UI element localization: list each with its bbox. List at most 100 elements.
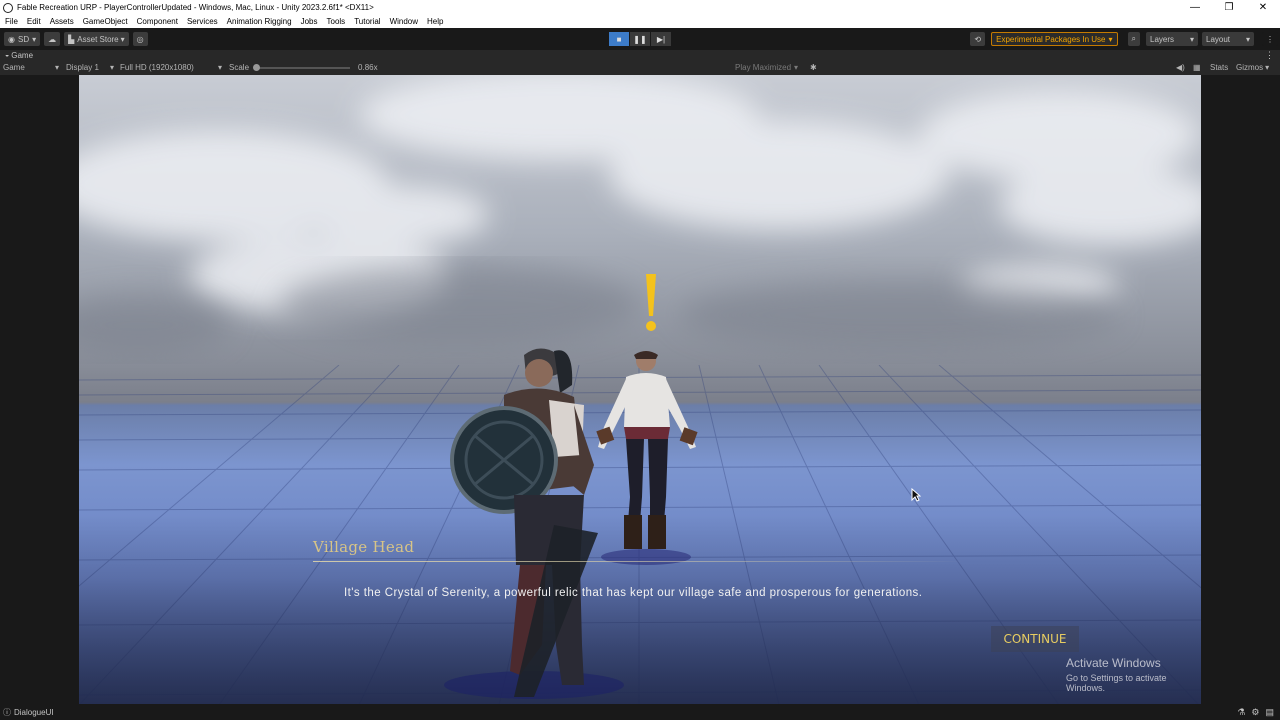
experimental-packages-label: Experimental Packages In Use (996, 34, 1106, 44)
play-button[interactable]: ■ (609, 32, 629, 46)
scale-value: 0.86x (358, 63, 378, 72)
chevron-down-icon: ▾ (109, 63, 114, 72)
experimental-packages-dropdown[interactable]: Experimental Packages In Use ▾ (991, 32, 1118, 46)
menu-animation-rigging[interactable]: Animation Rigging (227, 17, 292, 26)
bug-icon: ✱ (810, 63, 817, 72)
game-mode-label: Game (3, 63, 25, 72)
layers-label: Layers (1150, 34, 1175, 44)
stats-button[interactable]: Stats (1210, 63, 1228, 72)
chevron-down-icon: ▾ (1265, 63, 1270, 72)
step-button[interactable]: ▶| (651, 32, 671, 46)
menu-jobs[interactable]: Jobs (301, 17, 318, 26)
menu-gameobject[interactable]: GameObject (83, 17, 128, 26)
collab-icon: ◎ (136, 34, 144, 44)
asset-store-button[interactable]: ▙ Asset Store ▾ (64, 32, 129, 46)
menu-tutorial[interactable]: Tutorial (354, 17, 380, 26)
chevron-down-icon: ▾ (120, 34, 125, 44)
window-title: Fable Recreation URP - PlayerControllerU… (17, 3, 374, 12)
layers-dropdown[interactable]: Layers ▾ (1146, 32, 1198, 46)
speaker-divider (313, 561, 965, 562)
minimize-button[interactable]: — (1178, 0, 1212, 15)
menu-edit[interactable]: Edit (27, 17, 41, 26)
game-view-toolbar: Game ▾ Display 1 ▾ Full HD (1920x1080) ▾… (0, 61, 1280, 75)
gizmos-label: Gizmos (1236, 63, 1264, 72)
window-controls: — ❐ ✕ (1178, 0, 1280, 15)
account-label: SD (17, 34, 30, 44)
account-icon: ◉ (8, 34, 15, 44)
graphics-icon[interactable]: ▤ (1265, 707, 1274, 718)
account-dropdown[interactable]: ◉ SD ▾ (4, 32, 41, 46)
game-mode-dropdown[interactable]: Game ▾ (3, 63, 59, 72)
bug-button[interactable]: ✱ (810, 63, 817, 72)
scale-slider-thumb[interactable] (253, 63, 261, 71)
chevron-down-icon: ▾ (1189, 34, 1194, 44)
toolbar-menu-button[interactable]: ⋮ (1262, 32, 1278, 46)
activate-windows-subtitle: Go to Settings to activate Windows. (1066, 673, 1167, 693)
menu-assets[interactable]: Assets (50, 17, 74, 26)
menu-file[interactable]: File (5, 17, 18, 26)
menu-tools[interactable]: Tools (327, 17, 346, 26)
game-controller-icon: ◒ (5, 52, 10, 59)
chevron-down-icon: ▾ (32, 34, 37, 44)
menu-dots-icon: ⋮ (1266, 34, 1274, 44)
gizmos-button[interactable]: Gizmos ▾ (1236, 63, 1269, 72)
quest-exclamation-icon (646, 274, 656, 331)
menu-window[interactable]: Window (390, 17, 418, 26)
collab-button[interactable]: ◎ (132, 32, 148, 46)
chevron-down-icon: ▾ (794, 63, 799, 72)
display-label: Display 1 (66, 63, 99, 72)
info-icon: ⓘ (3, 708, 11, 717)
menu-component[interactable]: Component (137, 17, 178, 26)
status-label: DialogueUI (14, 708, 54, 717)
cloud-icon: ☁ (48, 34, 57, 44)
store-icon: ▙ (68, 34, 75, 44)
play-mode-dropdown[interactable]: Play Maximized ▾ (735, 63, 798, 72)
scale-label: Scale (229, 63, 250, 72)
search-icon: ⌕ (1131, 34, 1136, 43)
progress-icon[interactable]: ⚗ (1237, 707, 1245, 718)
chevron-down-icon: ▾ (1245, 34, 1250, 44)
unity-logo-icon (3, 2, 13, 13)
layout-label: Layout (1206, 34, 1231, 44)
display-dropdown[interactable]: Display 1 ▾ (66, 63, 114, 72)
dialogue-text: It's the Crystal of Serenity, a powerful… (344, 587, 923, 599)
search-button[interactable]: ⌕ (1127, 32, 1140, 46)
scale-control: Scale 0.86x (229, 63, 378, 72)
resolution-dropdown[interactable]: Full HD (1920x1080) ▾ (120, 63, 222, 72)
tab-game[interactable]: ◒ Game (5, 51, 33, 60)
mouse-cursor-icon (911, 488, 921, 502)
play-mode-label: Play Maximized (735, 63, 792, 72)
game-view[interactable]: Village Head It's the Crystal of Serenit… (79, 75, 1201, 704)
tab-game-label: Game (11, 51, 34, 60)
cloud-button[interactable]: ☁ (44, 32, 61, 46)
dialogue-speaker-name: Village Head (313, 538, 415, 556)
chevron-down-icon: ▾ (1108, 34, 1113, 44)
playmode-controls: ■ ❚❚ ▶| (609, 32, 672, 46)
menu-bar: File Edit Assets GameObject Component Se… (0, 15, 1280, 28)
status-bar: ⓘ DialogueUI ⚗ ⚙ ▤ (0, 705, 1280, 720)
menu-help[interactable]: Help (427, 17, 443, 26)
main-toolbar: ◉ SD ▾ ☁ ▙ Asset Store ▾ ◎ ■ ❚❚ ▶| ⟲ Exp… (0, 28, 1280, 50)
mute-audio-button[interactable]: ◀) (1176, 63, 1185, 72)
history-button[interactable]: ⟲ (970, 32, 986, 46)
window-title-bar: Fable Recreation URP - PlayerControllerU… (0, 0, 1280, 15)
continue-button[interactable]: CONTINUE (991, 626, 1079, 652)
shortcut-button[interactable]: ▦ (1193, 63, 1201, 72)
stats-label: Stats (1210, 63, 1229, 72)
speaker-icon: ◀) (1176, 63, 1185, 72)
player-character (444, 348, 624, 699)
scale-slider[interactable] (253, 63, 351, 71)
bake-icon[interactable]: ⚙ (1251, 707, 1259, 718)
history-icon: ⟲ (974, 34, 982, 44)
status-icons: ⚗ ⚙ ▤ (1237, 707, 1280, 718)
windows-activation-watermark: Activate Windows Go to Settings to activ… (1066, 656, 1201, 693)
layout-dropdown[interactable]: Layout ▾ (1202, 32, 1254, 46)
asset-store-label: Asset Store (77, 34, 119, 44)
tab-menu-icon[interactable]: ⋮ (1265, 50, 1274, 61)
pause-button[interactable]: ❚❚ (630, 32, 650, 46)
close-button[interactable]: ✕ (1246, 0, 1280, 15)
restore-button[interactable]: ❐ (1212, 0, 1246, 15)
chevron-down-icon: ▾ (54, 63, 59, 72)
chevron-down-icon: ▾ (217, 63, 222, 72)
menu-services[interactable]: Services (187, 17, 218, 26)
